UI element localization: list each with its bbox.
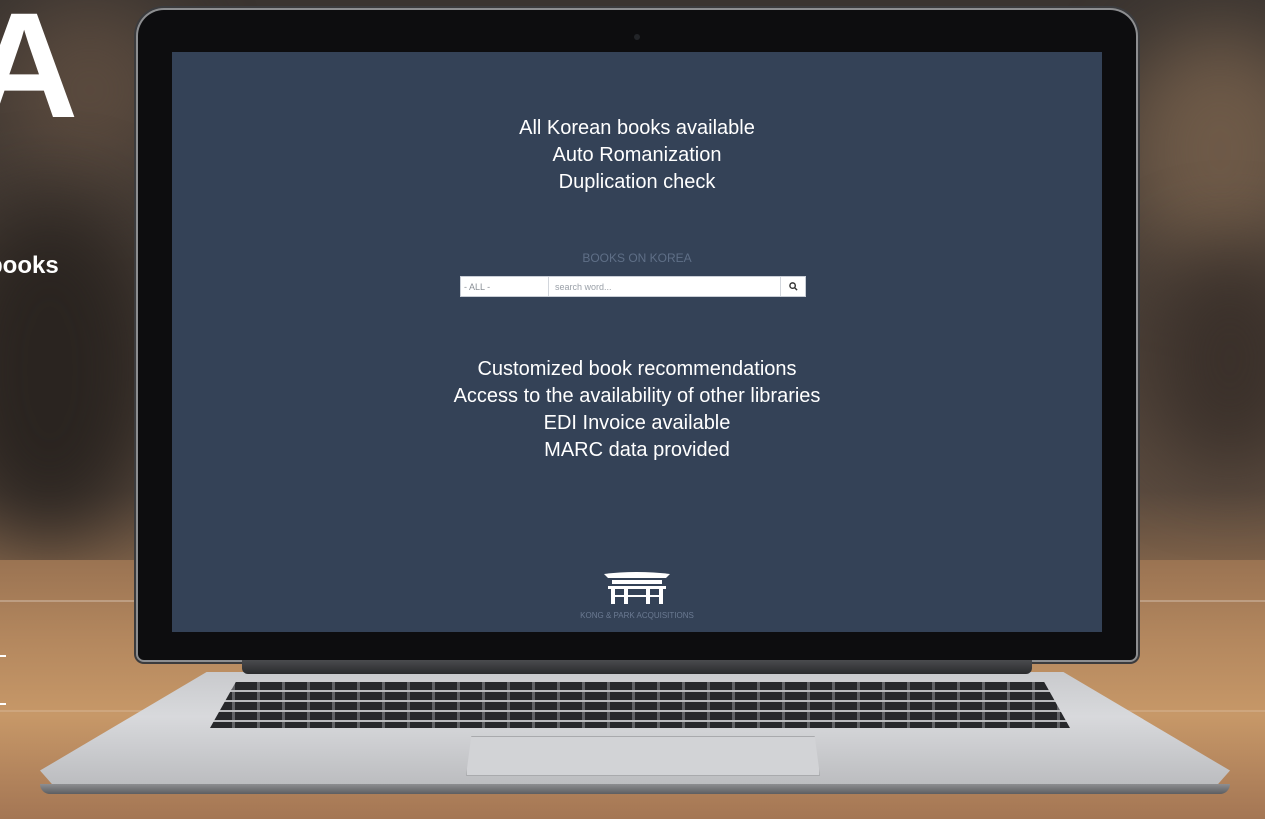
camera-icon <box>634 34 640 40</box>
search-icon <box>788 282 798 291</box>
search-button[interactable] <box>780 277 805 296</box>
laptop-lid: All Korean books available Auto Romaniza… <box>138 10 1136 660</box>
feature-item: All Korean books available <box>519 117 755 139</box>
gate-icon <box>604 572 670 604</box>
trackpad <box>466 736 820 776</box>
search-bar: - ALL - <box>460 276 806 297</box>
background-blur <box>0 200 160 540</box>
search-input[interactable] <box>549 277 780 296</box>
background-letter: A <box>0 0 79 149</box>
background-word: books <box>0 252 59 279</box>
background-dash <box>0 655 6 657</box>
category-select[interactable]: - ALL - <box>461 277 549 296</box>
feature-item: Auto Romanization <box>552 144 722 166</box>
laptop-hinge <box>242 660 1032 674</box>
feature-list-top: All Korean books available Auto Romaniza… <box>172 115 1102 196</box>
background-dash <box>0 703 6 705</box>
feature-item: Duplication check <box>558 171 716 193</box>
feature-item: Customized book recommendations <box>477 358 797 380</box>
background-blur <box>1120 30 1265 270</box>
feature-item: EDI Invoice available <box>543 412 731 434</box>
logo-text: KONG & PARK ACQUISITIONS <box>580 611 694 620</box>
feature-item: MARC data provided <box>544 439 730 461</box>
keyboard <box>210 682 1070 728</box>
laptop-base-edge <box>40 784 1230 794</box>
background-blur <box>1150 250 1265 470</box>
feature-list-bottom: Customized book recommendations Access t… <box>172 356 1102 464</box>
laptop-screen: All Korean books available Auto Romaniza… <box>172 52 1102 632</box>
search-title: BOOKS ON KOREA <box>582 251 692 265</box>
feature-item: Access to the availability of other libr… <box>453 385 821 407</box>
